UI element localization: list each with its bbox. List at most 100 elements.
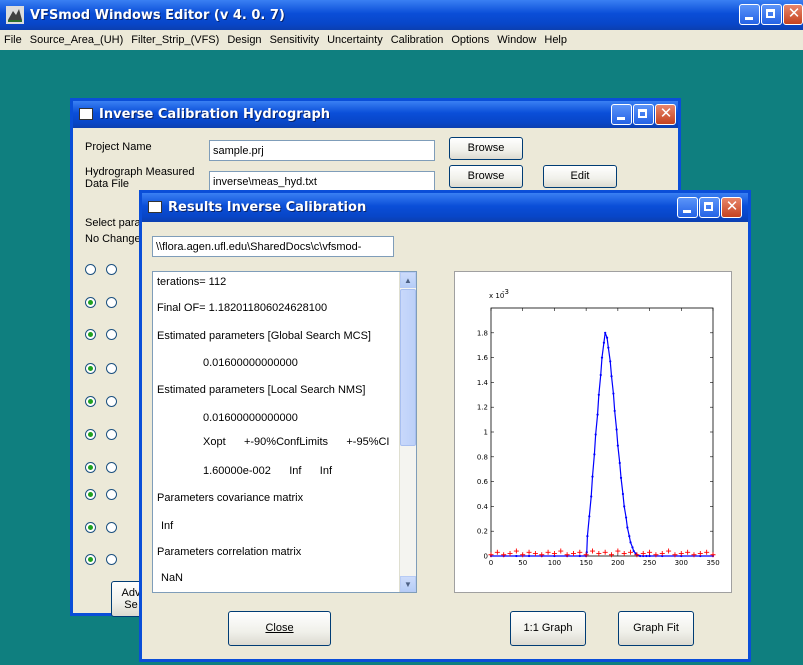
app-minimize-button[interactable] (739, 4, 760, 25)
close-icon: ✕ (725, 197, 739, 215)
scroll-up-icon[interactable]: ▲ (400, 272, 416, 288)
simulated-point (612, 392, 615, 395)
param-radio-nochange[interactable] (106, 297, 117, 308)
simulated-point (616, 444, 619, 447)
simulated-point (599, 373, 602, 377)
y-tick-label: 0.2 (477, 528, 488, 536)
y-tick-label: 0.4 (477, 503, 489, 511)
dialog-icon (148, 201, 162, 213)
simulated-point (619, 476, 623, 479)
menu-options[interactable]: Options (447, 34, 493, 46)
param-radio-select[interactable] (85, 489, 96, 500)
maximize-icon (704, 202, 713, 211)
menu-source-area[interactable]: Source_Area_(UH) (26, 34, 128, 46)
param-radio-nochange[interactable] (106, 462, 117, 473)
dialog-icon (79, 108, 93, 120)
results-dialog-title-bar[interactable]: Results Inverse Calibration ✕ (142, 193, 748, 222)
results-close-button[interactable]: ✕ (721, 197, 742, 218)
param-radio-nochange[interactable] (106, 329, 117, 340)
param-radio-nochange[interactable] (106, 554, 117, 565)
close-icon: ✕ (787, 4, 801, 22)
simulated-point (645, 554, 648, 558)
param-radio-select[interactable] (85, 554, 96, 565)
x-tick-label: 200 (611, 559, 624, 567)
x-tick-label: 0 (489, 559, 493, 567)
results-scrollbar[interactable]: ▲ ▼ (399, 272, 416, 592)
simulated-point (596, 413, 599, 416)
data-file-browse-button[interactable]: Browse (449, 165, 523, 188)
param-radio-select[interactable] (85, 462, 96, 473)
app-title-bar[interactable]: VFSmod Windows Editor (v 4. 0. 7) ✕ (0, 0, 803, 30)
results-minimize-button[interactable] (677, 197, 698, 218)
simulated-point (629, 541, 632, 544)
param-radio-select[interactable] (85, 522, 96, 533)
menu-design[interactable]: Design (223, 34, 265, 46)
menu-file[interactable]: File (0, 34, 26, 46)
param-radio-nochange[interactable] (106, 429, 117, 440)
data-file-label-1: Hydrograph Measured (85, 166, 195, 178)
param-radio-nochange[interactable] (106, 396, 117, 407)
simulated-point (591, 475, 594, 478)
graph-fit-button[interactable]: Graph Fit (618, 611, 694, 646)
result-line: Final OF= 1.182011806024628100 (157, 302, 328, 314)
x-tick-label: 250 (643, 559, 656, 567)
result-line: Estimated parameters [Local Search NMS] (157, 384, 366, 396)
results-text-list[interactable]: terations= 112 Final OF= 1.18201180602462… (152, 271, 417, 593)
simulated-point (615, 428, 618, 431)
hydrograph-dialog-title-bar[interactable]: Inverse Calibration Hydrograph ✕ (73, 101, 678, 128)
menu-calibration[interactable]: Calibration (387, 34, 448, 46)
app-close-button[interactable]: ✕ (783, 4, 803, 25)
x-tick-label: 100 (548, 559, 561, 567)
simulated-point (618, 461, 621, 465)
result-line: terations= 112 (157, 276, 227, 288)
param-radio-nochange[interactable] (106, 264, 117, 275)
menu-window[interactable]: Window (493, 34, 540, 46)
param-radio-select[interactable] (85, 264, 96, 275)
hydrograph-close-button[interactable]: ✕ (655, 104, 676, 125)
param-radio-nochange[interactable] (106, 489, 117, 500)
menu-help[interactable]: Help (540, 34, 571, 46)
result-line: 0.01600000000000 (203, 357, 298, 369)
simulated-point (515, 554, 518, 558)
results-path-field[interactable]: \\flora.agen.ufl.edu\SharedDocs\c\vfsmod… (152, 236, 394, 257)
param-radio-nochange[interactable] (106, 522, 117, 533)
simulated-point (631, 546, 634, 549)
hydrograph-minimize-button[interactable] (611, 104, 632, 125)
project-name-field[interactable]: sample.prj (209, 140, 435, 161)
simulated-point (605, 336, 609, 339)
param-radio-select[interactable] (85, 329, 96, 340)
param-radio-select[interactable] (85, 429, 96, 440)
project-browse-button[interactable]: Browse (449, 137, 523, 160)
app-maximize-button[interactable] (761, 4, 782, 25)
x-tick-label: 150 (579, 559, 592, 567)
param-radio-select[interactable] (85, 396, 96, 407)
data-file-field[interactable]: inverse\meas_hyd.txt (209, 171, 435, 192)
simulated-point (600, 356, 604, 359)
results-maximize-button[interactable] (699, 197, 720, 218)
menu-sensitivity[interactable]: Sensitivity (266, 34, 324, 46)
data-file-label-2: Data File (85, 178, 130, 190)
simulated-point (625, 516, 628, 519)
scroll-down-icon[interactable]: ▼ (400, 576, 416, 592)
simulated-point (626, 526, 629, 529)
param-radio-select[interactable] (85, 297, 96, 308)
close-button[interactable]: Close (228, 611, 331, 646)
result-line: Parameters covariance matrix (157, 492, 304, 504)
y-tick-label: 0.8 (477, 453, 488, 461)
exponent-power: -3 (502, 288, 509, 296)
close-icon: ✕ (659, 104, 673, 122)
minimize-icon (745, 17, 753, 20)
result-line: NaN (161, 572, 184, 584)
simulated-point (610, 375, 613, 378)
data-file-edit-button[interactable]: Edit (543, 165, 617, 188)
simulated-point (602, 341, 606, 344)
param-radio-select[interactable] (85, 363, 96, 374)
one-to-one-graph-button[interactable]: 1:1 Graph (510, 611, 586, 646)
scrollbar-thumb[interactable] (400, 289, 416, 446)
menu-filter-strip[interactable]: Filter_Strip_(VFS) (127, 34, 223, 46)
result-line: Xopt +-90%ConfLimits +-95%CI (203, 436, 390, 448)
menu-uncertainty[interactable]: Uncertainty (323, 34, 387, 46)
simulated-point (597, 393, 600, 396)
param-radio-nochange[interactable] (106, 363, 117, 374)
hydrograph-maximize-button[interactable] (633, 104, 654, 125)
